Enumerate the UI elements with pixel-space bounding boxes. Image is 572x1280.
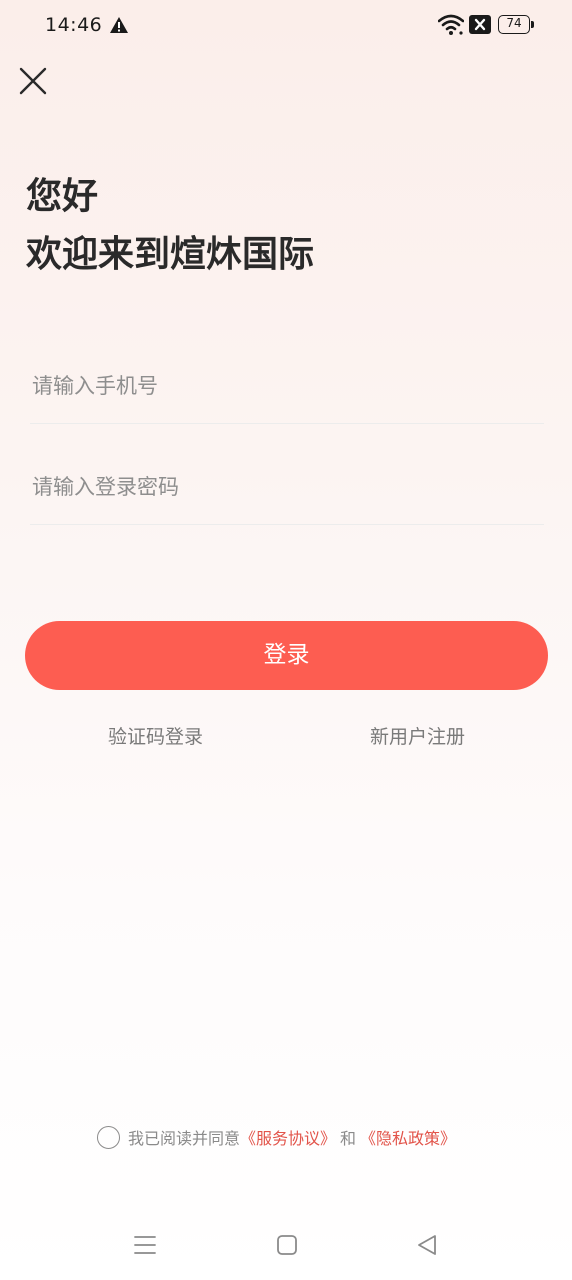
agree-radio[interactable] <box>97 1125 120 1149</box>
password-input[interactable] <box>30 450 544 525</box>
status-time: 14:46 <box>45 14 103 36</box>
agree-text: 我已阅读并同意 <box>128 1129 241 1148</box>
alert-icon <box>110 17 128 33</box>
battery-level: 74 <box>498 15 530 34</box>
status-bar: 14:46 74 <box>0 0 572 52</box>
close-icon[interactable] <box>16 64 50 98</box>
agree-and-text: 和 <box>340 1129 357 1148</box>
code-login-link[interactable]: 验证码登录 <box>108 722 203 749</box>
greeting-title: 您好 <box>26 176 99 217</box>
register-link[interactable]: 新用户注册 <box>370 722 465 749</box>
back-icon[interactable] <box>416 1234 438 1256</box>
menu-icon[interactable] <box>134 1234 156 1256</box>
phone-input[interactable] <box>30 348 544 424</box>
service-agreement-link[interactable]: 《服务协议》 <box>240 1125 336 1149</box>
welcome-title: 欢迎来到煊炑国际 <box>26 234 315 275</box>
agreement-row: 我已阅读并同意 《服务协议》 和 《隐私政策》 <box>97 1124 456 1150</box>
wifi-icon <box>438 14 464 35</box>
system-nav-bar <box>0 1210 572 1280</box>
login-button[interactable]: 登录 <box>25 621 548 690</box>
x-box-icon <box>469 15 491 34</box>
privacy-policy-link[interactable]: 《隐私政策》 <box>360 1125 456 1149</box>
home-icon[interactable] <box>276 1234 298 1256</box>
battery-icon: 74 <box>498 15 534 34</box>
